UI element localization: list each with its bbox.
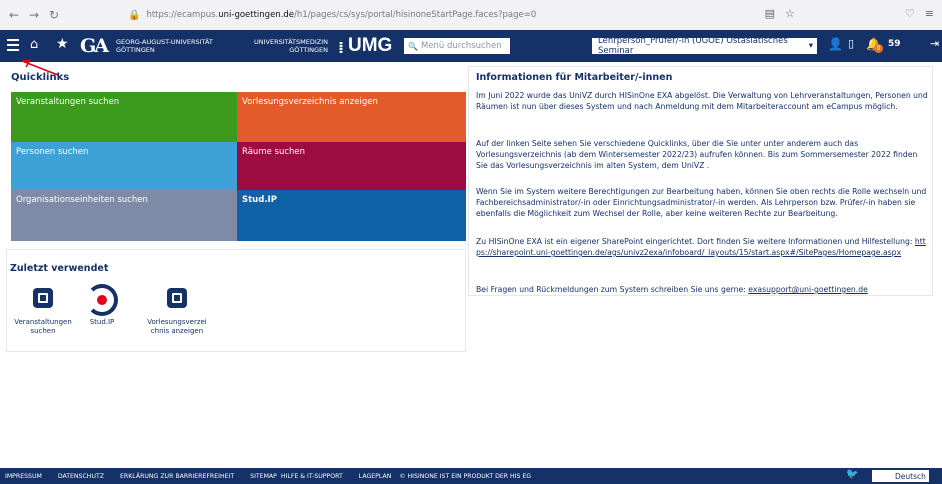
address-bar[interactable]: 🔒 https://ecampus. uni-goettingen.de/h1/p… bbox=[128, 6, 768, 24]
session-timer: 59 bbox=[888, 39, 901, 49]
forward-arrow-icon[interactable]: → bbox=[24, 8, 44, 22]
footer-link-lageplan[interactable]: LAGEPLAN bbox=[359, 473, 392, 480]
menu-search-input[interactable]: 🔍 Menü durchsuchen bbox=[404, 38, 510, 54]
studip-logo-icon[interactable] bbox=[86, 284, 118, 316]
info-paragraph: Auf der linken Seite sehen Sie verschied… bbox=[476, 139, 918, 170]
footer-link-datenschutz[interactable]: DATENSCHUTZ bbox=[58, 473, 104, 480]
footer: IMPRESSUM DATENSCHUTZ ERKLÄRUNG ZUR BARR… bbox=[0, 468, 942, 484]
tile-studip[interactable]: Stud.IP bbox=[237, 190, 466, 241]
tile-raeume-suchen[interactable]: Räume suchen bbox=[237, 142, 466, 190]
tile-organisationseinheiten-suchen[interactable]: Organisationseinheiten suchen bbox=[11, 190, 237, 241]
university-logo[interactable]: GA bbox=[80, 35, 109, 57]
user-icon[interactable]: 👤 bbox=[828, 37, 843, 51]
recent-item-veranstaltungen[interactable]: Veranstaltungen suchen bbox=[8, 318, 78, 336]
logout-icon[interactable]: ⇥ bbox=[930, 37, 939, 50]
quicklinks-grid: Veranstaltungen suchen Vorlesungsverzeic… bbox=[11, 92, 466, 241]
shield-lock-icon: 🔒 bbox=[128, 9, 141, 21]
role-value: Lehrperson_Prüfer/-in (UGOE) Ostasiatisc… bbox=[598, 36, 788, 56]
tile-personen-suchen[interactable]: Personen suchen bbox=[11, 142, 237, 190]
notification-badge: 0 bbox=[874, 44, 883, 53]
reader-view-icon[interactable]: ▤ bbox=[765, 7, 775, 20]
university-name: GEORG-AUGUST-UNIVERSITÄT GÖTTINGEN bbox=[116, 38, 213, 54]
url-path: /h1/pages/cs/sys/portal/hisinoneStartPag… bbox=[294, 10, 537, 20]
tile-veranstaltungen-suchen[interactable]: Veranstaltungen suchen bbox=[11, 92, 237, 142]
support-email-link[interactable]: exasupport@uni-goettingen.de bbox=[748, 285, 868, 294]
url-domain: uni-goettingen.de bbox=[218, 10, 295, 20]
twitter-icon[interactable]: 🐦 bbox=[846, 469, 858, 480]
recent-title: Zuletzt verwendet bbox=[10, 263, 109, 274]
footer-link-hilfe[interactable]: HILFE & IT-SUPPORT bbox=[281, 473, 343, 480]
language-select[interactable]: Deutsch bbox=[872, 470, 929, 482]
favorites-star-icon[interactable]: ★ bbox=[56, 36, 69, 52]
footer-link-barrierefreiheit[interactable]: ERKLÄRUNG ZUR BARRIEREFREIHEIT bbox=[120, 473, 234, 480]
bookmark-star-icon[interactable]: ☆ bbox=[785, 7, 795, 20]
umg-logo[interactable]: UMG bbox=[348, 35, 392, 57]
info-text: Bei Fragen und Rückmeldungen zum System … bbox=[476, 285, 749, 294]
tile-vorlesungsverzeichnis[interactable]: Vorlesungsverzeichnis anzeigen bbox=[237, 92, 466, 142]
recent-vorlesungsverzeichnis-icon[interactable] bbox=[167, 288, 187, 308]
reload-icon[interactable]: ↻ bbox=[44, 8, 64, 22]
info-text: Zu HISinOne EXA ist ein eigener SharePoi… bbox=[476, 237, 915, 246]
quicklinks-title: Quicklinks bbox=[11, 72, 70, 83]
clipboard-icon[interactable]: ▯ bbox=[848, 37, 854, 50]
info-paragraph: Bei Fragen und Rückmeldungen zum System … bbox=[476, 284, 928, 295]
pocket-icon[interactable]: ♡ bbox=[905, 7, 915, 20]
search-placeholder: Menü durchsuchen bbox=[420, 41, 502, 51]
hamburger-menu-icon[interactable] bbox=[7, 39, 19, 51]
umg-dots-icon: ⁞ bbox=[338, 38, 345, 57]
umg-name: UNIVERSITÄTSMEDIZIN GÖTTINGEN bbox=[254, 38, 329, 54]
recent-veranstaltungen-icon[interactable] bbox=[33, 288, 53, 308]
search-icon: 🔍 bbox=[408, 41, 418, 51]
recent-item-vorlesungsverzeichnis[interactable]: Vorlesungsverzei chnis anzeigen bbox=[142, 318, 212, 336]
footer-his-credit[interactable]: © HISINONE IST EIN PRODUKT DER HIS EG bbox=[399, 473, 531, 480]
info-title: Informationen für Mitarbeiter/-innen bbox=[476, 72, 673, 83]
chevron-down-icon: ▾ bbox=[808, 41, 813, 51]
menu-icon[interactable]: ≡ bbox=[925, 7, 934, 20]
browser-toolbar: ← → ↻ 🔒 https://ecampus. uni-goettingen.d… bbox=[0, 0, 942, 30]
back-arrow-icon[interactable]: ← bbox=[4, 8, 24, 22]
top-navigation: ⌂ ★ GA GEORG-AUGUST-UNIVERSITÄT GÖTTINGE… bbox=[0, 30, 942, 62]
info-paragraph: Wenn Sie im System weitere Berechtigunge… bbox=[476, 187, 927, 218]
url-prefix: https://ecampus. bbox=[146, 10, 219, 20]
footer-link-impressum[interactable]: IMPRESSUM bbox=[5, 473, 42, 480]
home-icon[interactable]: ⌂ bbox=[30, 37, 38, 52]
role-select[interactable]: Lehrperson_Prüfer/-in (UGOE) Ostasiatisc… bbox=[592, 36, 817, 56]
info-paragraph: Zu HISinOne EXA ist ein eigener SharePoi… bbox=[476, 236, 928, 258]
recent-item-studip[interactable]: Stud.IP bbox=[82, 318, 122, 327]
language-value: Deutsch bbox=[895, 471, 926, 481]
info-paragraph: Im Juni 2022 wurde das UniVZ durch HISin… bbox=[476, 91, 928, 111]
footer-link-sitemap[interactable]: SITEMAP bbox=[250, 473, 277, 480]
